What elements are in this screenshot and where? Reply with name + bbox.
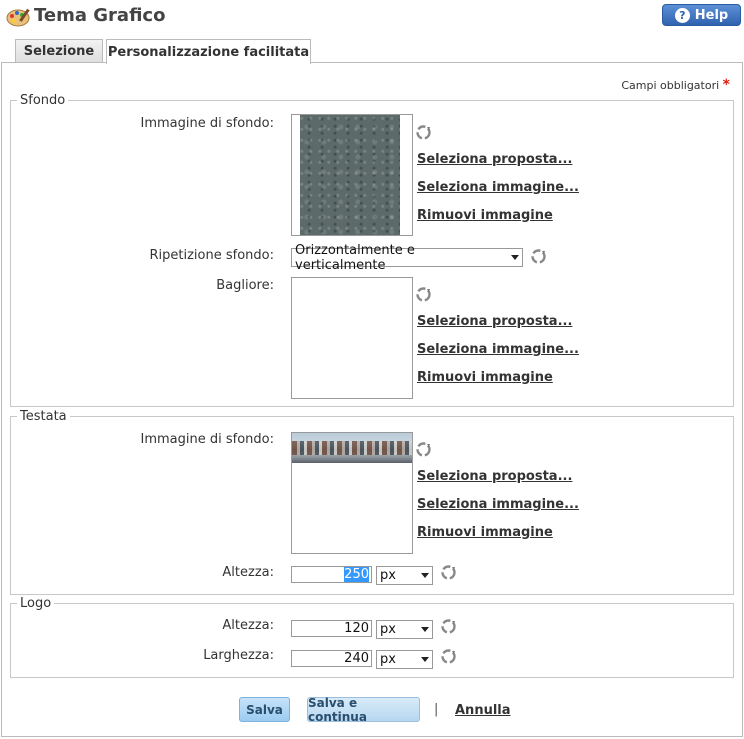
testata-height-input[interactable]: 250 [291, 566, 372, 583]
footer-separator: | [434, 702, 439, 717]
logo-width-label: Larghezza: [203, 648, 274, 663]
glare-remove-image-link[interactable]: Rimuovi immagine [417, 370, 553, 385]
reset-icon[interactable] [440, 618, 457, 635]
testata-height-value: 250 [344, 567, 369, 582]
required-fields-note: Campi obbligatori * [621, 77, 730, 93]
testata-height-unit-value: px [380, 568, 396, 583]
chevron-down-icon [418, 567, 432, 584]
tab-selezione[interactable]: Selezione [15, 39, 103, 63]
legend-testata: Testata [20, 409, 67, 424]
logo-height-value: 120 [344, 621, 369, 636]
logo-height-unit-value: px [380, 622, 396, 637]
page-title: Tema Grafico [34, 5, 166, 26]
logo-height-input[interactable]: 120 [291, 620, 372, 637]
logo-width-input[interactable]: 240 [291, 650, 372, 667]
repeat-select-value: Orizzontalmente e verticalmente [295, 242, 415, 273]
logo-height-label: Altezza: [222, 618, 274, 633]
testata-image-label: Immagine di sfondo: [140, 432, 275, 447]
repeat-label: Ripetizione sfondo: [149, 248, 275, 263]
legend-logo: Logo [20, 596, 52, 611]
tab-personalizzazione-facilitata[interactable]: Personalizzazione facilitata [106, 39, 311, 64]
glare-image-preview [291, 277, 413, 399]
sfondo-texture-image [300, 115, 400, 235]
logo-width-unit-select[interactable]: px [376, 650, 433, 669]
sfondo-select-proposal-link[interactable]: Seleziona proposta... [417, 152, 572, 167]
help-button[interactable]: ? Help [662, 4, 741, 26]
testata-select-proposal-link[interactable]: Seleziona proposta... [417, 469, 572, 484]
logo-width-unit-value: px [380, 652, 396, 667]
save-button[interactable]: Salva [239, 697, 290, 722]
logo-width-value: 240 [344, 651, 369, 666]
sfondo-image-preview [291, 114, 413, 236]
reset-icon[interactable] [530, 248, 547, 265]
testata-height-unit-select[interactable]: px [376, 566, 433, 585]
testata-image-preview [291, 432, 413, 554]
sfondo-select-image-link[interactable]: Seleziona immagine... [417, 180, 579, 195]
glare-select-proposal-link[interactable]: Seleziona proposta... [417, 314, 572, 329]
reset-icon[interactable] [415, 124, 432, 141]
testata-remove-image-link[interactable]: Rimuovi immagine [417, 525, 553, 540]
save-and-continue-button[interactable]: Salva e continua [307, 696, 420, 724]
chevron-down-icon [418, 621, 432, 638]
sfondo-remove-image-link[interactable]: Rimuovi immagine [417, 208, 553, 223]
question-icon: ? [674, 7, 690, 23]
palette-icon [6, 8, 30, 27]
repeat-select[interactable]: Orizzontalmente e verticalmente [291, 243, 523, 273]
required-star: * [722, 77, 730, 93]
glare-label: Bagliore: [216, 278, 274, 293]
required-fields-label: Campi obbligatori [621, 79, 720, 92]
cancel-link[interactable]: Annulla [455, 703, 511, 718]
reset-icon[interactable] [415, 441, 432, 458]
chevron-down-icon [508, 249, 522, 266]
glare-select-image-link[interactable]: Seleziona immagine... [417, 342, 579, 357]
testata-select-image-link[interactable]: Seleziona immagine... [417, 497, 579, 512]
sfondo-image-label: Immagine di sfondo: [140, 116, 275, 131]
logo-height-unit-select[interactable]: px [376, 620, 433, 639]
help-button-label: Help [694, 7, 729, 23]
reset-icon[interactable] [440, 564, 457, 581]
reset-icon[interactable] [415, 286, 432, 303]
fieldset-logo: Logo [10, 596, 734, 678]
chevron-down-icon [418, 651, 432, 668]
reset-icon[interactable] [440, 648, 457, 665]
testata-height-label: Altezza: [222, 565, 274, 580]
testata-banner-image [292, 433, 412, 463]
legend-sfondo: Sfondo [20, 93, 66, 108]
